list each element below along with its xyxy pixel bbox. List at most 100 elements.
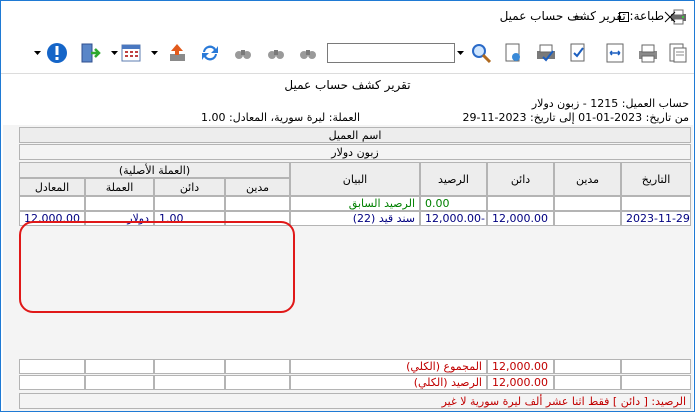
header-orig-equivalent: المعادل — [19, 178, 85, 196]
total-row-0-label: المجموع (الكلي) — [290, 359, 487, 374]
table-row-0-date — [621, 196, 691, 211]
total-row-1-orig-equivalent — [19, 375, 85, 390]
currency-line: العملة: ليرة سورية، المعادل: 1.00 — [201, 111, 361, 124]
close-icon — [664, 11, 676, 22]
table-row-1-credit: 12,000.00 — [487, 211, 554, 226]
total-row-1-label: الرصيد (الكلي) — [290, 375, 487, 390]
info-icon — [47, 43, 67, 63]
chevron-down-icon[interactable] — [111, 50, 118, 56]
printer-check-icon — [537, 44, 555, 62]
table-row-0-orig-currency — [85, 196, 154, 211]
total-row-1-orig-credit — [154, 375, 225, 390]
page-setup-button[interactable] — [500, 40, 526, 66]
balance-in-words: الرصيد: [ دائن ] فقط اثنا عشر ألف ليرة س… — [19, 393, 691, 409]
check-document-button[interactable] — [565, 40, 591, 66]
table-row-0-orig-debit — [225, 196, 290, 211]
print-preview-window: طباعة: تقرير كشف حساب عميل تقرير كشف حسا… — [0, 0, 695, 412]
print-icon — [669, 43, 687, 63]
table-row-1-orig-equivalent: 12,000.00 — [19, 211, 85, 226]
header-debit: مدين — [554, 162, 621, 196]
table-row-0-balance: 0.00 — [420, 196, 487, 211]
total-row-1-debit — [554, 375, 621, 390]
table-row-1-orig-currency: دولار — [85, 211, 154, 226]
total-row-0-orig-debit — [225, 359, 290, 374]
export-icon — [170, 44, 185, 61]
total-row-0-orig-credit — [154, 359, 225, 374]
fit-width-icon — [606, 43, 624, 63]
date-range-line: من تاريخ: 2023-01-01 إلى تاريخ: 2023-11-… — [463, 111, 689, 124]
calendar-button[interactable] — [118, 40, 144, 66]
table-row-1-balance: 12,000.00- — [420, 211, 487, 226]
rate-label: المعادل: — [229, 111, 268, 124]
calendar-icon — [121, 44, 141, 62]
table-row-0-orig-equivalent — [19, 196, 85, 211]
table-row-1-orig-debit — [225, 211, 290, 226]
header-credit: دائن — [487, 162, 554, 196]
print-preview-button[interactable] — [635, 40, 661, 66]
table-row-0-credit — [487, 196, 554, 211]
print-setup-button[interactable] — [533, 40, 559, 66]
table-row-1-orig-credit: 1.00 — [154, 211, 225, 226]
print-preview-icon — [639, 44, 657, 63]
page-setup-icon — [505, 43, 520, 62]
check-doc-icon — [570, 43, 585, 62]
header-orig-credit: دائن — [154, 178, 225, 196]
table-row-1-date: 2023-11-29 — [621, 211, 691, 226]
header-original-currency-group: (العملة الأصلية) — [19, 162, 290, 178]
table-row-1-debit — [554, 211, 621, 226]
total-row-0-orig-equivalent — [19, 359, 85, 374]
total-row-0-orig-currency — [85, 359, 154, 374]
to-value: 2023-11-29 — [462, 111, 527, 124]
maximize-icon — [619, 11, 629, 22]
exit-door-icon — [81, 43, 101, 63]
exit-button[interactable] — [77, 40, 103, 66]
find-back-button[interactable] — [230, 40, 256, 66]
account-value: 1215 - زبون دولار — [531, 97, 619, 110]
search-input[interactable] — [327, 43, 455, 63]
rate-value: 1.00 — [201, 111, 226, 124]
refresh-button[interactable] — [197, 40, 223, 66]
title-bar: طباعة: تقرير كشف حساب عميل — [1, 1, 694, 32]
minimize-icon — [573, 16, 583, 17]
find-prev-button[interactable] — [295, 40, 321, 66]
customer-name-header: اسم العميل — [19, 127, 691, 143]
table-row-0-debit — [554, 196, 621, 211]
info-button[interactable] — [44, 40, 70, 66]
table-row-0-orig-credit — [154, 196, 225, 211]
chevron-down-icon[interactable] — [457, 50, 464, 56]
next-binoculars-icon — [268, 50, 284, 59]
account-label: حساب العميل: — [621, 97, 689, 110]
report-title: تقرير كشف حساب عميل — [284, 78, 411, 92]
chevron-down-icon[interactable] — [34, 50, 41, 56]
table-row-0-statement: الرصيد السابق — [290, 196, 420, 211]
fit-width-button[interactable] — [602, 40, 628, 66]
toolbar — [1, 32, 694, 74]
chevron-down-icon[interactable] — [151, 50, 158, 56]
print-button[interactable] — [665, 40, 691, 66]
account-line: حساب العميل: 1215 - زبون دولار — [532, 97, 689, 110]
total-row-1-orig-currency — [85, 375, 154, 390]
from-label: من تاريخ: — [645, 111, 689, 124]
total-row-0-debit — [554, 359, 621, 374]
report-page: تقرير كشف حساب عميل حساب العميل: 1215 - … — [1, 75, 694, 411]
close-button[interactable] — [647, 1, 693, 32]
export-button[interactable] — [164, 40, 190, 66]
maximize-button[interactable] — [601, 1, 647, 32]
zoom-icon — [472, 44, 492, 64]
refresh-icon — [202, 45, 218, 61]
header-orig-debit: مدين — [225, 178, 290, 196]
header-orig-currency: العملة — [85, 178, 154, 196]
find-next-button[interactable] — [263, 40, 289, 66]
minimize-button[interactable] — [555, 1, 601, 32]
header-statement: البيان — [290, 162, 420, 196]
total-row-1-credit: 12,000.00 — [487, 375, 554, 390]
zoom-button[interactable] — [468, 40, 494, 66]
customer-name-value: زبون دولار — [19, 144, 691, 160]
to-label: إلى تاريخ: — [530, 111, 575, 124]
table-row-1-statement: سند قيد (22) — [290, 211, 420, 226]
header-balance: الرصيد — [420, 162, 487, 196]
back-binoculars-icon — [235, 50, 251, 59]
total-row-1-date — [621, 375, 691, 390]
prev-binoculars-icon — [300, 50, 316, 59]
from-value: 2023-01-01 — [578, 111, 643, 124]
